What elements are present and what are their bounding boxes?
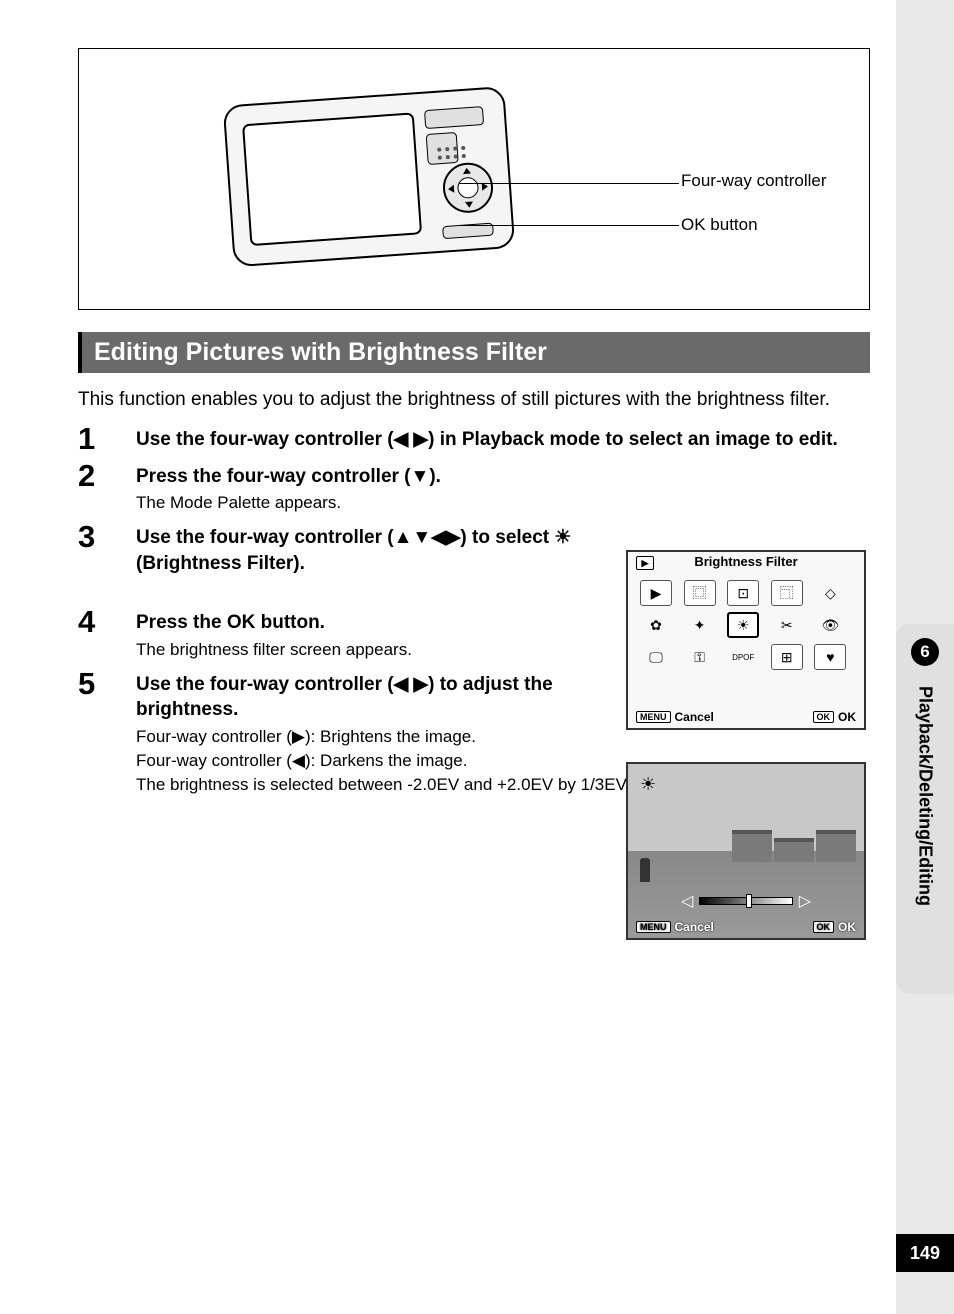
- menu-button-icon: MENU: [636, 921, 671, 933]
- screen-footer: MENU Cancel OK OK: [628, 706, 864, 728]
- step-title: Use the four-way controller (◀ ▶) in Pla…: [136, 427, 870, 453]
- label-line: [459, 183, 679, 184]
- palette-icon: ⊡: [727, 580, 759, 606]
- ok-hint: OK OK: [813, 710, 857, 724]
- photo-buildings: [628, 822, 864, 862]
- palette-icon: ✿: [640, 612, 672, 638]
- chapter-title: Playback/Deleting/Editing: [915, 686, 936, 906]
- palette-icon: ◇: [814, 580, 846, 606]
- cancel-hint: MENU Cancel: [636, 710, 714, 724]
- brightness-icon: ☀: [640, 774, 656, 795]
- step-1: 1 Use the four-way controller (◀ ▶) in P…: [78, 423, 870, 454]
- ok-label: OK: [838, 710, 856, 724]
- palette-icon: ✂: [771, 612, 803, 638]
- chapter-side-tab: 6 Playback/Deleting/Editing: [896, 624, 954, 994]
- step-title: Use the four-way controller (◀ ▶) to adj…: [136, 672, 606, 723]
- intro-text: This function enables you to adjust the …: [78, 387, 870, 413]
- cancel-label: Cancel: [675, 710, 714, 724]
- palette-icon: ✦: [684, 612, 716, 638]
- screen-title: Brightness Filter: [694, 554, 797, 569]
- slider-left-arrow: ◁: [681, 891, 693, 911]
- slider-thumb: [746, 894, 752, 908]
- mode-palette-screen: ▶ Brightness Filter ▶ ⿴ ⊡ ⿹ ◇ ✿ ✦ ☀ ✂ 👁 …: [626, 550, 866, 730]
- brightness-slider: ◁ ▷: [681, 894, 811, 908]
- palette-icon: ⊞: [771, 644, 803, 670]
- diagram-label-fourway: Four-way controller: [681, 171, 827, 191]
- cancel-label: Cancel: [675, 920, 714, 934]
- palette-icon: ⿹: [771, 580, 803, 606]
- palette-icon: ⿴: [684, 580, 716, 606]
- diagram-label-ok: OK button: [681, 215, 758, 235]
- photo-person: [640, 858, 650, 882]
- section-heading: Editing Pictures with Brightness Filter: [78, 332, 870, 373]
- brightness-adjust-screen: ☀ ◁ ▷ MENU Cancel OK OK: [626, 762, 866, 940]
- palette-icon: 🖵: [640, 644, 672, 670]
- ok-button-icon: OK: [813, 711, 835, 723]
- palette-icon: ⚿: [684, 644, 716, 670]
- slider-track: [699, 897, 792, 905]
- palette-icon-brightness-selected: ☀: [727, 612, 759, 638]
- step-desc: The Mode Palette appears.: [136, 491, 596, 515]
- step-number: 1: [78, 423, 136, 454]
- step-title: Press the OK button.: [136, 610, 596, 636]
- playback-icon: ▶: [636, 556, 654, 570]
- slider-right-arrow: ▷: [799, 891, 811, 911]
- palette-icon-dpof: DPOF: [727, 644, 759, 670]
- menu-button-icon: MENU: [636, 711, 671, 723]
- cancel-hint: MENU Cancel: [636, 920, 714, 934]
- step-number: 3: [78, 521, 136, 552]
- label-line: [459, 225, 679, 226]
- palette-icon: 👁: [814, 612, 846, 638]
- step-title: Use the four-way controller (▲▼◀▶) to se…: [136, 525, 596, 576]
- chapter-number: 6: [911, 638, 939, 666]
- step-2: 2 Press the four-way controller (▼). The…: [78, 460, 870, 515]
- step-desc: The brightness filter screen appears.: [136, 638, 596, 662]
- step-number: 5: [78, 668, 136, 699]
- screen-footer: MENU Cancel OK OK: [628, 916, 864, 938]
- ok-hint: OK OK: [813, 920, 857, 934]
- step-number: 2: [78, 460, 136, 491]
- step-title: Press the four-way controller (▼).: [136, 464, 596, 490]
- step-number: 4: [78, 606, 136, 637]
- palette-icon: ▶: [640, 580, 672, 606]
- ok-button-icon: OK: [813, 921, 835, 933]
- camera-illustration: [209, 67, 519, 287]
- page-number: 149: [896, 1234, 954, 1272]
- palette-icon: ♥: [814, 644, 846, 670]
- camera-diagram-box: Four-way controller OK button: [78, 48, 870, 310]
- ok-label: OK: [838, 920, 856, 934]
- screen-header: ▶ Brightness Filter: [628, 552, 864, 576]
- photo-preview: [628, 764, 864, 938]
- icon-grid: ▶ ⿴ ⊡ ⿹ ◇ ✿ ✦ ☀ ✂ 👁 🖵 ⚿ DPOF ⊞ ♥: [628, 576, 864, 674]
